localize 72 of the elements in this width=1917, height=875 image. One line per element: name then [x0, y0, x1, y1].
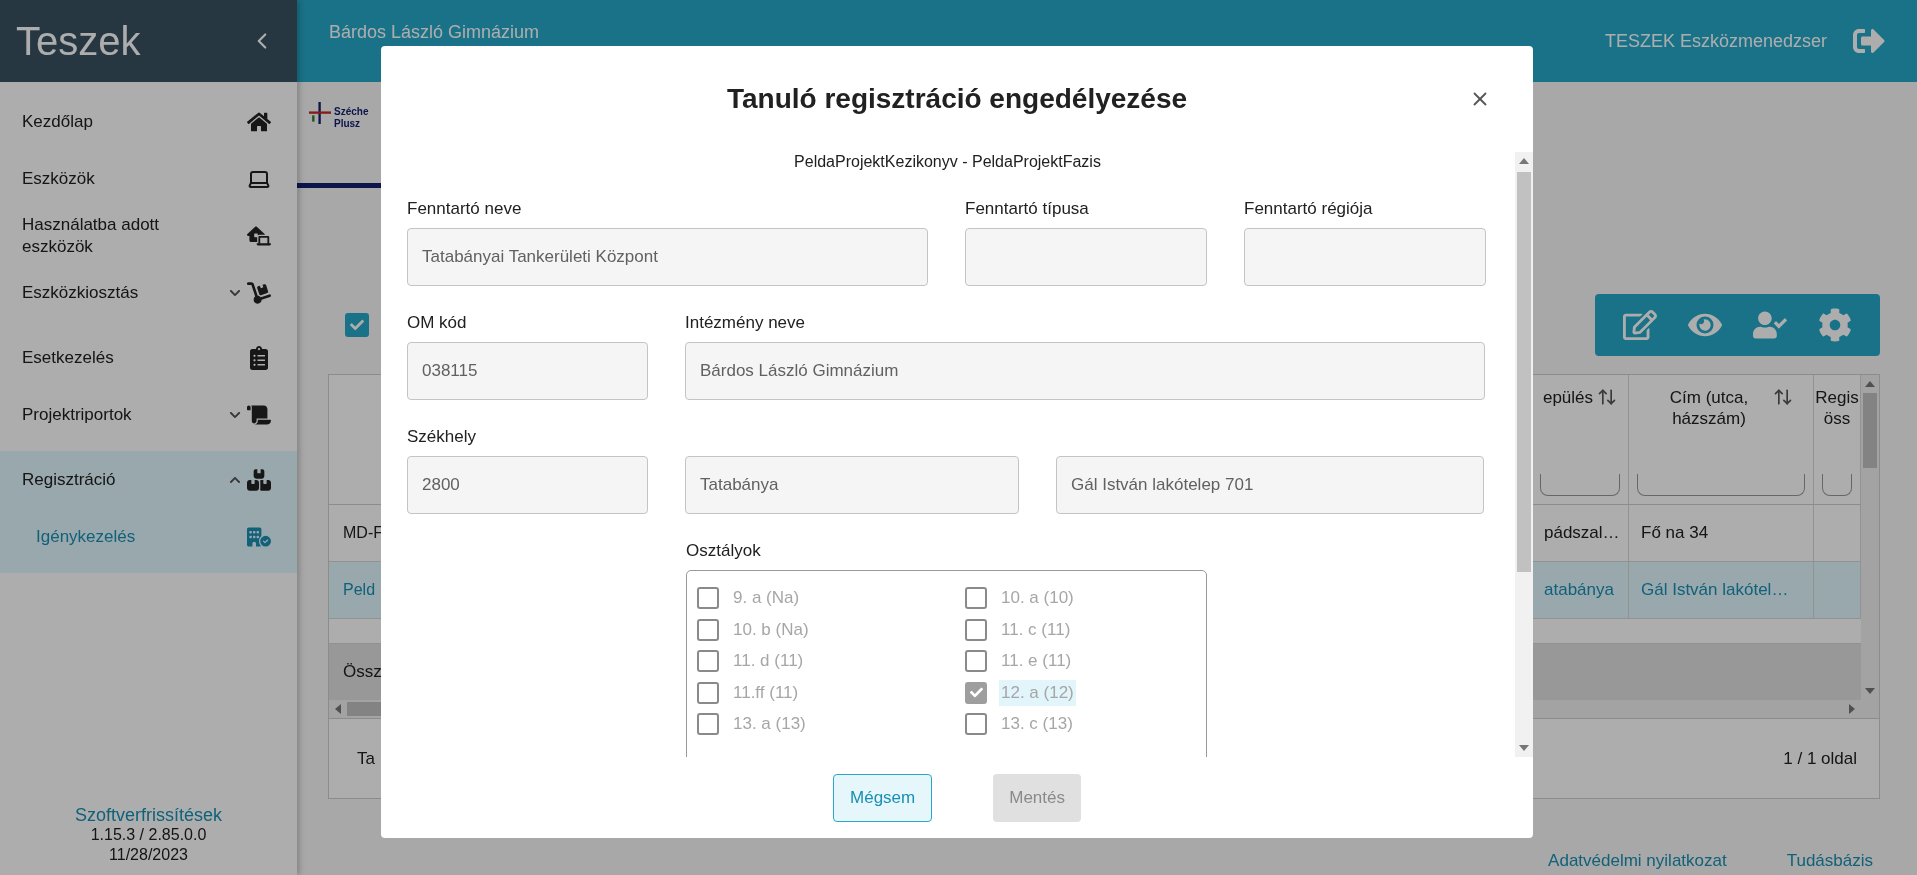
clipboard-list-icon	[247, 345, 271, 370]
scroll-icon	[247, 402, 271, 427]
dialog-title: Tanuló regisztráció engedélyezése	[726, 83, 1188, 115]
summary-text: Össz	[342, 662, 382, 682]
scrollbar-thumb[interactable]	[1863, 393, 1877, 468]
user-check-button[interactable]	[1753, 308, 1788, 342]
input-field[interactable]: Gál István lakótelep 701	[1056, 456, 1484, 514]
institution-name: Bárdos László Gimnázium	[329, 22, 540, 43]
checkmark-icon	[969, 686, 983, 699]
column-header[interactable]: Cím (utca, házszám)	[1649, 387, 1769, 429]
sort-icon[interactable]	[1773, 387, 1793, 407]
app-name: TESZEK Eszközmenedzser	[1604, 30, 1827, 52]
filter-field[interactable]	[1540, 474, 1620, 496]
input-field[interactable]: 038115	[407, 342, 648, 400]
table-cell: Fő na 34	[1629, 505, 1814, 561]
sidebar-item[interactable]: Eszközök	[0, 150, 297, 207]
sidebar-item[interactable]: Projektriportok	[0, 386, 297, 443]
input-field[interactable]: 2800	[407, 456, 648, 514]
sidebar-item[interactable]: Esetkezelés	[0, 329, 297, 386]
sidebar-item[interactable]: Használatba adott eszközök	[0, 207, 297, 264]
scroll-down-icon[interactable]	[1519, 743, 1529, 753]
filter-field[interactable]	[1822, 474, 1852, 496]
table-cell-text: MD-F	[342, 524, 383, 542]
sort-icon[interactable]	[1597, 387, 1618, 407]
updates-link[interactable]: Szoftverfrissítések	[74, 805, 222, 825]
sidebar-item[interactable]: Kezdőlap	[0, 93, 297, 150]
field-label: Fenntartó típusa	[965, 198, 1090, 220]
scroll-up-icon[interactable]	[1519, 156, 1529, 166]
cancel-button[interactable]: Mégsem	[833, 773, 933, 822]
input-field[interactable]: Tatabányai Tankerületi Központ	[407, 228, 928, 286]
input-field[interactable]: Tatabánya	[685, 456, 1019, 514]
field-label: Osztályok	[686, 540, 762, 562]
date-text: 11/28/2023	[109, 845, 188, 865]
field-label: Intézmény neve	[685, 312, 806, 334]
edit-button[interactable]	[1622, 308, 1657, 342]
field-label: Fenntartó neve	[407, 198, 523, 220]
dialog-subtitle: PeldaProjektKezikonyv - PeldaProjektFazis	[793, 152, 1102, 172]
table-cell: Gál István lakótel…	[1629, 562, 1814, 618]
scroll-right-icon[interactable]	[1847, 704, 1857, 714]
hand-truck-icon	[247, 280, 271, 305]
settings-button[interactable]	[1818, 308, 1853, 342]
scrollbar[interactable]	[1861, 375, 1879, 700]
sidebar-item[interactable]: Regisztráció	[0, 451, 297, 508]
scroll-down-icon[interactable]	[1865, 686, 1875, 696]
field-label: Fenntartó régiója	[1244, 198, 1374, 220]
page-count: 1 / 1 oldal	[1783, 748, 1857, 769]
logo-text: Széche	[334, 106, 369, 118]
table-footer-text: Ta	[357, 748, 375, 769]
column-header[interactable]: epülés	[1542, 387, 1594, 408]
field-label: Székhely	[407, 426, 477, 448]
input-field[interactable]	[965, 228, 1207, 286]
checkmark-icon	[350, 318, 364, 332]
sidebar-item[interactable]: Eszközkiosztás	[0, 264, 297, 321]
scroll-left-icon[interactable]	[333, 704, 343, 714]
building-check-icon	[247, 524, 271, 549]
checkbox[interactable]	[345, 313, 369, 337]
cross-logo-icon	[309, 102, 331, 124]
scroll-up-icon[interactable]	[1865, 379, 1875, 389]
boxes-icon	[247, 467, 271, 492]
app-title: Teszek	[16, 18, 141, 64]
logo-text: Plusz	[334, 118, 362, 130]
footer-link[interactable]: Tudásbázis	[1786, 851, 1873, 871]
footer-link[interactable]: Adatvédelmi nyilatkozat	[1548, 851, 1727, 871]
input-field[interactable]: Bárdos László Gimnázium	[685, 342, 1485, 400]
input-field[interactable]	[1244, 228, 1486, 286]
filter-field[interactable]	[1637, 474, 1805, 496]
column-header[interactable]: Regis öss	[1815, 387, 1859, 429]
version-text: 1.15.3 / 2.85.0.0	[90, 825, 207, 845]
field-label: OM kód	[407, 312, 468, 334]
scrollbar-thumb[interactable]	[1517, 172, 1531, 572]
scrollbar[interactable]	[1515, 152, 1533, 757]
table-cell-text: Peld	[342, 581, 376, 599]
